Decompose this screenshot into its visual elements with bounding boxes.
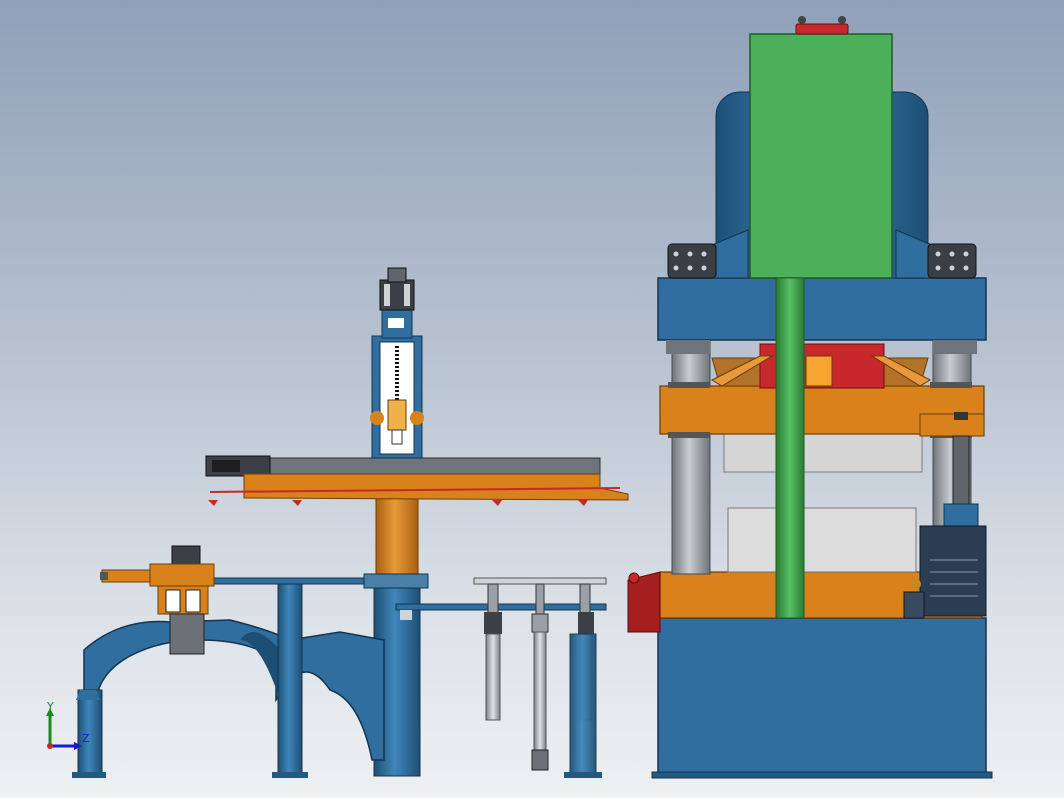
tie-rod-nuts-left — [667, 243, 717, 279]
tie-rod-nuts-right — [927, 243, 977, 279]
axis-z-label: Z — [82, 732, 90, 745]
ejector-rods[interactable] — [395, 577, 607, 778]
axis-y-label: Y — [47, 700, 54, 713]
valve-block[interactable] — [627, 571, 661, 633]
machine-assembly-drawing[interactable] — [0, 0, 1064, 798]
turntable-arm[interactable] — [72, 545, 429, 778]
cad-viewport[interactable]: Y Z — [0, 0, 1064, 798]
gantry-manipulator[interactable] — [205, 267, 629, 777]
